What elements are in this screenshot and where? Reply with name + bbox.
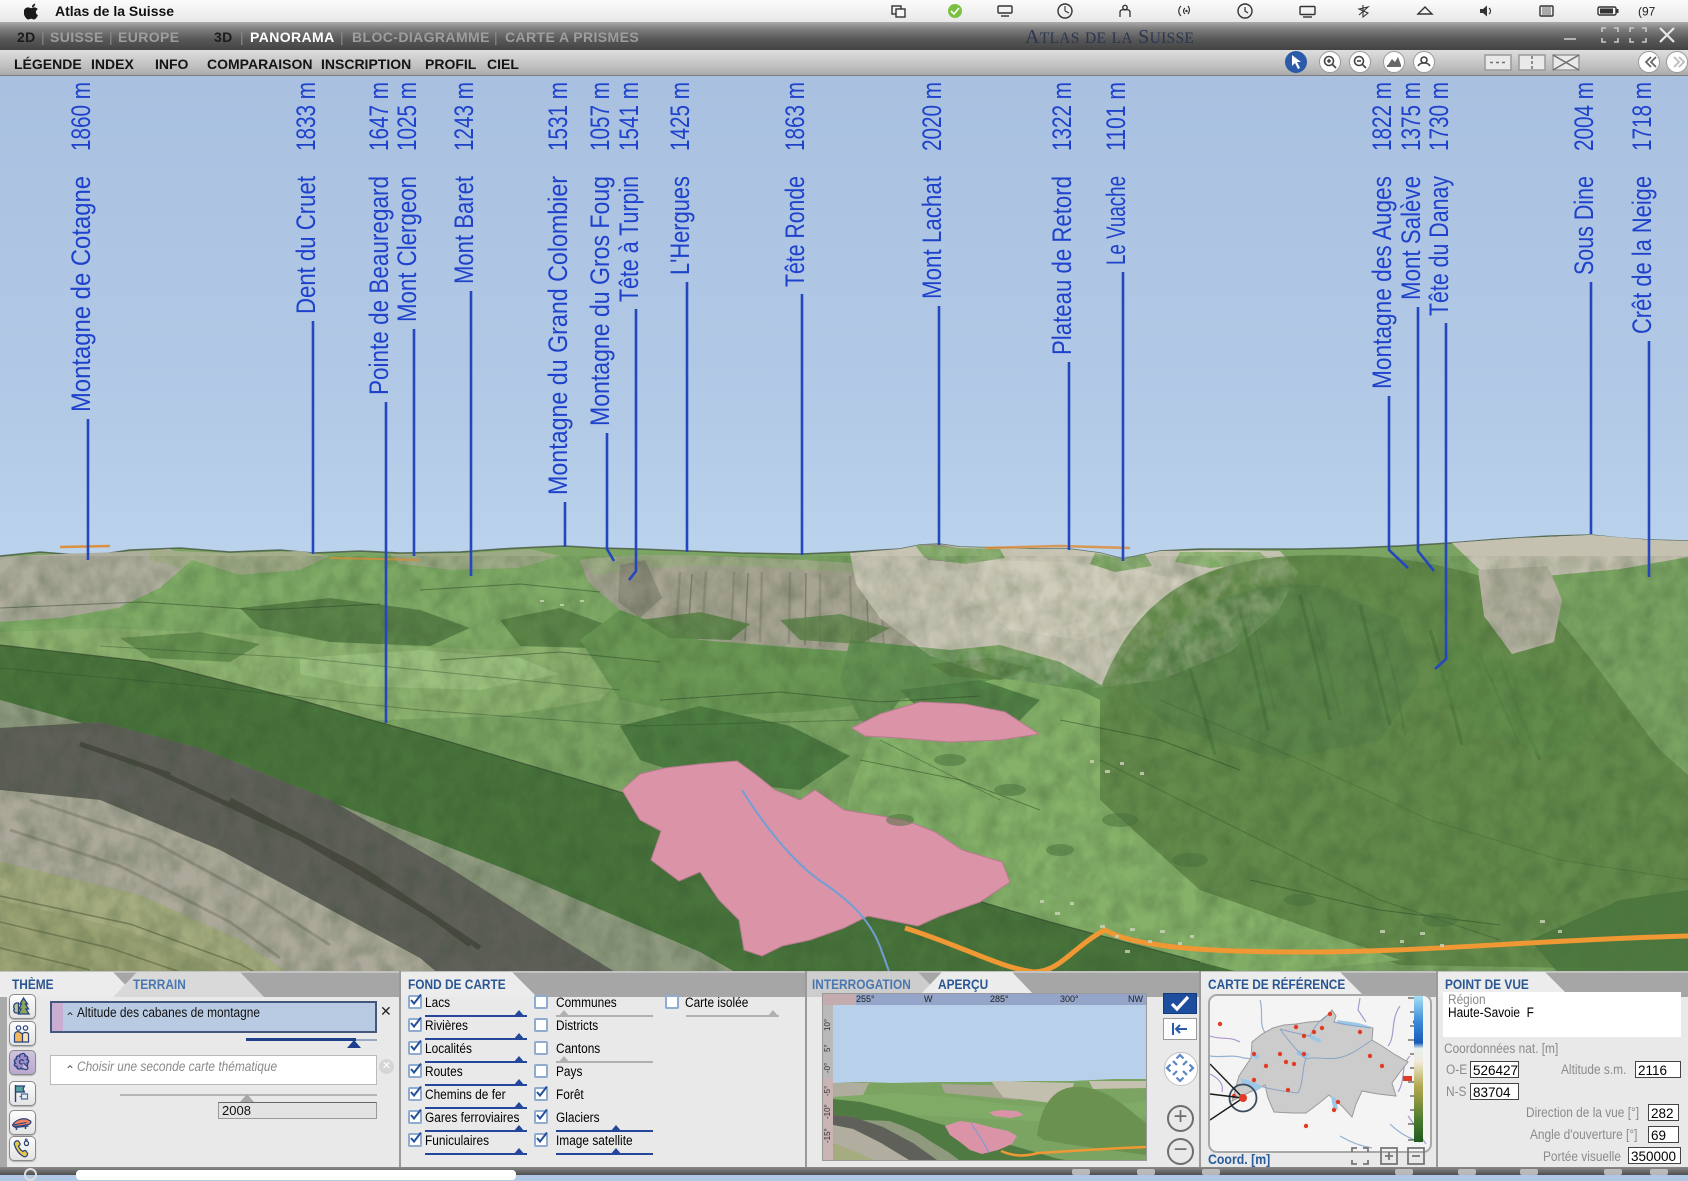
svg-text:1860 m: 1860 m [66,82,96,151]
svg-text:1541 m: 1541 m [614,82,644,151]
svg-text:1647 m: 1647 m [364,82,394,151]
svg-text:Le Vuache: Le Vuache [1101,176,1131,265]
svg-text:L'Hergues: L'Hergues [665,176,695,275]
svg-text:(97: (97 [1638,5,1656,19]
svg-text:Tête à Turpin: Tête à Turpin [614,176,644,302]
svg-text:2020 m: 2020 m [917,82,947,151]
svg-text:2004 m: 2004 m [1569,82,1599,151]
svg-text:1025 m: 1025 m [392,82,422,151]
svg-text:Mont Clergeon: Mont Clergeon [392,176,422,322]
svg-text:1425 m: 1425 m [665,82,695,151]
svg-text:Montagne des Auges: Montagne des Auges [1367,176,1397,389]
svg-text:Mont Baret: Mont Baret [449,176,479,284]
svg-text:Tête du Danay: Tête du Danay [1424,176,1454,316]
svg-text:1822 m: 1822 m [1367,82,1397,151]
svg-text:Montagne de Cotagne: Montagne de Cotagne [66,176,96,412]
svg-text:Mont Salève: Mont Salève [1396,176,1426,300]
svg-text:1243 m: 1243 m [449,82,479,151]
svg-text:Crêt de la Neige: Crêt de la Neige [1627,176,1657,334]
svg-text:Plateau de Retord: Plateau de Retord [1047,176,1077,355]
svg-text:Dent du Cruet: Dent du Cruet [291,176,321,314]
svg-text:1531 m: 1531 m [543,82,573,151]
svg-text:Sous Dine: Sous Dine [1569,176,1599,275]
svg-text:1057 m: 1057 m [585,82,615,151]
svg-text:Pointe de Beauregard: Pointe de Beauregard [364,176,394,395]
svg-text:1101 m: 1101 m [1101,82,1131,151]
svg-text:Montagne du Grand Colombier: Montagne du Grand Colombier [543,176,573,495]
svg-text:1863 m: 1863 m [780,82,810,151]
svg-text:Mont Lachat: Mont Lachat [917,176,947,299]
svg-text:1730 m: 1730 m [1424,82,1454,151]
svg-text:Montagne du Gros Foug: Montagne du Gros Foug [585,176,615,426]
svg-text:1718 m: 1718 m [1627,82,1657,151]
svg-text:1833 m: 1833 m [291,82,321,151]
svg-text:Tête Ronde: Tête Ronde [780,176,810,287]
svg-text:1322 m: 1322 m [1047,82,1077,151]
svg-text:1375 m: 1375 m [1396,82,1426,151]
